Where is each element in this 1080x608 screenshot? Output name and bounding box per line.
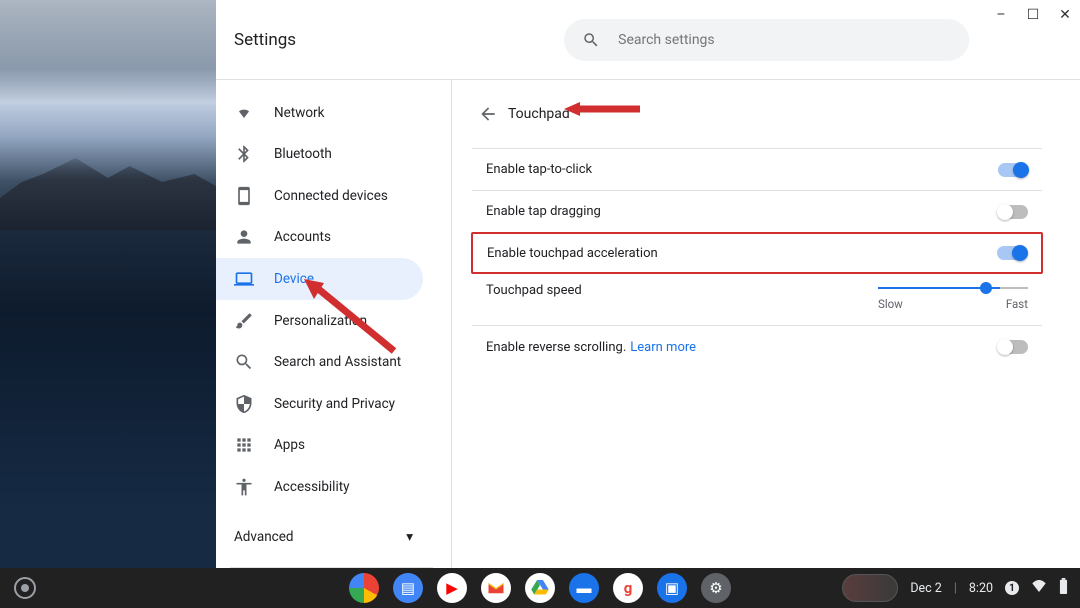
shelf-status-area[interactable]: Dec 2 | 8:20 1 [842,574,1080,602]
settings-window: – ☐ ✕ Settings Network Bluetooth Connect… [216,0,1080,568]
battery-status-icon [1059,578,1068,598]
sidebar-item-personalization[interactable]: Personalization [216,300,423,342]
launcher-button[interactable] [14,577,36,599]
row-tap-to-click: Enable tap-to-click [472,149,1042,191]
advanced-label: Advanced [234,529,294,545]
toggle-touchpad-acceleration[interactable] [997,246,1027,260]
sidebar-item-search-assistant[interactable]: Search and Assistant [216,341,423,383]
sidebar-item-device[interactable]: Device [216,258,423,300]
shelf-app-files[interactable]: ▣ [657,573,687,603]
sidebar-item-label: Accessibility [274,479,350,495]
search-icon [582,30,600,50]
sidebar-item-label: Connected devices [274,188,388,204]
shelf-app-drive[interactable] [525,573,555,603]
sidebar-item-bluetooth[interactable]: Bluetooth [216,134,423,176]
brush-icon [234,311,254,331]
shelf-app-docs[interactable]: ▤ [393,573,423,603]
learn-more-link[interactable]: Learn more [630,340,696,355]
sidebar-item-label: Apps [274,437,305,453]
chevron-down-icon: ▾ [406,529,413,545]
shelf-app-youtube[interactable]: ▶ [437,573,467,603]
toggle-reverse-scrolling[interactable] [998,340,1028,354]
shelf-app-messages[interactable]: ▬ [569,573,599,603]
sidebar-item-label: Device [274,271,314,287]
sidebar-item-label: Search and Assistant [274,354,401,370]
close-button[interactable]: ✕ [1056,6,1074,24]
desktop-wallpaper [0,0,216,568]
shield-icon [234,394,254,414]
touchpad-speed-slider[interactable] [878,287,1028,289]
sidebar-item-label: Bluetooth [274,146,332,162]
shelf-app-gmail[interactable] [481,573,511,603]
row-label: Touchpad speed [486,283,582,298]
wifi-status-icon [1031,580,1047,596]
content-subheader: Touchpad [472,94,1042,134]
sidebar-item-apps[interactable]: Apps [216,424,423,466]
shelf-app-google[interactable]: g [613,573,643,603]
settings-header: Settings [216,0,1080,80]
sidebar-item-accounts[interactable]: Accounts [216,217,423,259]
touchpad-settings-panel: Enable tap-to-click Enable tap dragging … [472,148,1042,368]
user-avatars[interactable] [842,574,898,602]
app-title: Settings [234,30,296,50]
sidebar-item-network[interactable]: Network [216,92,423,134]
row-label: Enable tap-to-click [486,162,592,177]
sidebar-item-label: Accounts [274,229,331,245]
slider-max-label: Fast [1006,297,1028,311]
bluetooth-icon [234,144,254,164]
toggle-tap-dragging[interactable] [998,205,1028,219]
apps-icon [234,435,254,455]
gmail-icon [487,581,505,595]
laptop-icon [234,269,254,289]
row-touchpad-speed: Touchpad speed Slow Fast [472,273,1042,326]
row-label: Enable touchpad acceleration [487,246,658,261]
chrome-os-shelf: ▤ ▶ ▬ g ▣ ⚙ Dec 2 | 8:20 1 [0,568,1080,608]
row-tap-dragging: Enable tap dragging [472,191,1042,233]
sidebar-item-connected-devices[interactable]: Connected devices [216,175,423,217]
page-title: Touchpad [508,106,570,122]
person-icon [234,227,254,247]
shelf-apps: ▤ ▶ ▬ g ▣ ⚙ [349,573,731,603]
search-input[interactable] [618,32,951,48]
toggle-tap-to-click[interactable] [998,163,1028,177]
notification-badge-icon: 1 [1005,581,1019,595]
sidebar-item-label: Personalization [274,313,367,329]
sidebar-item-label: Security and Privacy [274,396,395,412]
sidebar-item-security-privacy[interactable]: Security and Privacy [216,383,423,425]
back-button[interactable] [472,98,504,130]
sidebar-item-accessibility[interactable]: Accessibility [216,466,423,508]
row-reverse-scrolling: Enable reverse scrolling. Learn more [472,326,1042,368]
row-label: Enable tap dragging [486,204,601,219]
device-icon [234,186,254,206]
maximize-button[interactable]: ☐ [1024,6,1042,24]
accessibility-icon [234,477,254,497]
settings-content: Touchpad Enable tap-to-click Enable tap … [452,80,1080,568]
sidebar-item-label: Network [274,105,324,121]
wifi-icon [234,103,254,123]
row-label: Enable reverse scrolling. [486,340,626,355]
row-touchpad-acceleration: Enable touchpad acceleration [471,232,1043,274]
search-icon [234,352,254,372]
arrow-back-icon [478,104,498,124]
slider-min-label: Slow [878,297,903,311]
minimize-button[interactable]: – [992,6,1010,24]
shelf-app-chrome[interactable] [349,573,379,603]
shelf-app-settings[interactable]: ⚙ [701,573,731,603]
settings-sidebar: Network Bluetooth Connected devices Acco… [216,80,452,568]
drive-icon [531,580,549,596]
sidebar-advanced-toggle[interactable]: Advanced ▾ [216,515,451,559]
shelf-time: 8:20 [969,581,993,596]
window-controls: – ☐ ✕ [992,6,1074,24]
shelf-date: Dec 2 [910,581,942,596]
search-box[interactable] [564,19,969,61]
